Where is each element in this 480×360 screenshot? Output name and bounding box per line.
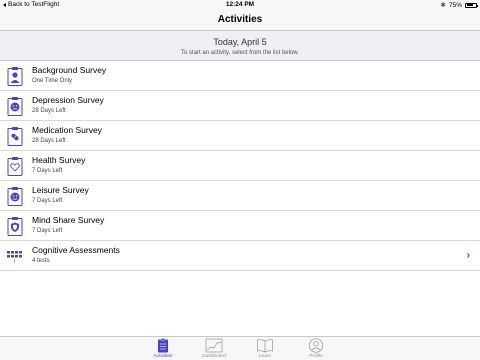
activity-row-leisure-survey[interactable]: Leisure Survey 7 Days Left [0,181,480,211]
activity-row-background-survey[interactable]: Background Survey One Time Only [0,61,480,91]
activity-subtitle: 7 Days Left [32,228,63,234]
navigation-bar: Activities [0,10,480,31]
status-bar: Back to TestFlight 12:24 PM ✱ 75% [0,0,480,10]
activity-title: Background Survey [32,65,107,75]
pill-clipboard-icon [7,127,23,146]
activity-row-depression-survey[interactable]: Depression Survey 28 Days Left [0,91,480,121]
activity-row-mind-share-survey[interactable]: Mind Share Survey 7 Days Left [0,211,480,241]
activity-subtitle: 7 Days Left [32,198,63,204]
status-time: 12:24 PM [225,1,255,8]
clipboard-tab-icon [158,338,168,353]
sad-face-clipboard-icon [7,97,23,116]
battery-percent: 75% [448,1,462,9]
profile-tab-icon [308,338,324,353]
tab-label: Activities [153,354,173,359]
chevron-right-icon[interactable]: › [467,250,470,261]
tab-profile[interactable]: Profile [296,337,336,360]
date-header: Today, April 5 To start an activity, sel… [0,31,480,61]
heart-clipboard-icon [7,157,23,176]
activity-title: Health Survey [32,155,86,165]
battery-icon [465,2,478,8]
activity-title: Medication Survey [32,125,102,135]
activity-title: Leisure Survey [32,185,89,195]
book-tab-icon [257,339,273,353]
activity-subtitle: 4 tests [32,258,50,264]
activity-row-health-survey[interactable]: Health Survey 7 Days Left [0,151,480,181]
date-title: Today, April 5 [213,37,267,47]
tab-activities[interactable]: Activities [143,337,183,360]
tab-learn[interactable]: Learn [245,337,285,360]
cognitive-grid-icon [7,251,22,263]
activity-list: Background Survey One Time Only Depressi… [0,61,480,271]
chart-tab-icon [205,338,223,353]
page-title: Activities [217,14,263,25]
tab-label: Profile [309,354,323,359]
activity-subtitle: 28 Days Left [32,138,66,144]
tab-label: Learn [258,354,272,359]
activity-row-medication-survey[interactable]: Medication Survey 28 Days Left [0,121,480,151]
shield-clipboard-icon [7,217,23,236]
status-right: ✱ 75% [440,1,478,9]
person-clipboard-icon [7,67,23,86]
activity-title: Cognitive Assessments [32,245,120,255]
activity-subtitle: 7 Days Left [32,168,63,174]
tab-dashboard[interactable]: Dashboard [194,337,234,360]
tab-label: Dashboard [202,354,226,359]
activity-subtitle: 28 Days Left [32,108,66,114]
smile-face-clipboard-icon [7,187,23,206]
activity-row-cognitive-assessments[interactable]: Cognitive Assessments 4 tests › [0,241,480,271]
activity-title: Depression Survey [32,95,104,105]
bluetooth-icon: ✱ [440,2,446,9]
activity-subtitle: One Time Only [32,78,73,84]
activity-title: Mind Share Survey [32,215,105,225]
tab-bar: Activities Dashboard Learn Profile [0,336,480,360]
instruction-text: To start an activity, select from the li… [181,50,299,56]
